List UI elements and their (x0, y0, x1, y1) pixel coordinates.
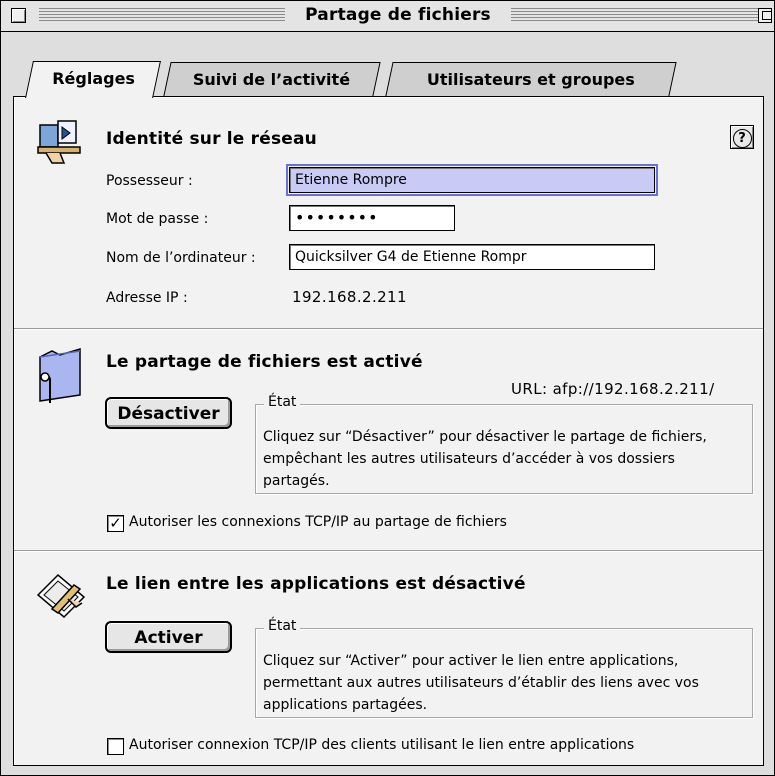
network-identity-icon (37, 120, 81, 164)
file-sharing-status-group: État Cliquez sur “Désactiver” pour désac… (255, 394, 753, 494)
computer-name-field[interactable]: Quicksilver G4 de Etienne Rompr (289, 244, 655, 270)
help-button[interactable]: ? (730, 125, 754, 149)
status-group-title: État (264, 394, 301, 410)
file-sharing-window: Partage de fichiers Réglages Suivi de l’… (0, 0, 775, 776)
start-program-linking-button[interactable]: Activer (105, 621, 232, 653)
close-box-icon[interactable] (11, 8, 26, 23)
tab-reglages[interactable]: Réglages (25, 61, 161, 98)
password-label: Mot de passe : (106, 211, 209, 227)
program-linking-icon (36, 573, 86, 619)
window-title: Partage de fichiers (305, 5, 491, 25)
tcp-file-sharing-label[interactable]: Autoriser les connexions TCP/IP au parta… (129, 514, 507, 530)
computer-name-label: Nom de l’ordinateur : (106, 250, 256, 266)
ip-address-value: 192.168.2.211 (292, 288, 407, 306)
tcp-file-sharing-checkbox[interactable]: ✓ (107, 515, 124, 532)
section-divider (14, 328, 763, 330)
tab-label: Réglages (51, 69, 135, 88)
ip-address-label: Adresse IP : (106, 290, 188, 306)
status-group-title: État (264, 618, 301, 634)
help-icon: ? (732, 129, 752, 148)
owner-label: Possesseur : (106, 173, 193, 189)
title-bar[interactable]: Partage de fichiers (1, 1, 774, 32)
file-sharing-status-text: Cliquez sur “Désactiver” pour désactiver… (263, 429, 707, 489)
file-sharing-heading: Le partage de fichiers est activé (106, 352, 423, 372)
tab-label: Utilisateurs et groupes (426, 70, 635, 89)
tcp-program-linking-label[interactable]: Autoriser connexion TCP/IP des clients u… (129, 737, 634, 753)
tcp-program-linking-checkbox[interactable] (107, 738, 124, 755)
shared-folder-icon (39, 347, 81, 403)
program-linking-status-text: Cliquez sur “Activer” pour activer le li… (263, 653, 699, 713)
tab-suivi-activite[interactable]: Suivi de l’activité (163, 62, 381, 96)
identity-heading: Identité sur le réseau (106, 129, 317, 149)
stop-file-sharing-button[interactable]: Désactiver (105, 397, 232, 429)
afp-url: URL: afp://192.168.2.211/ (511, 380, 715, 398)
password-field[interactable]: •••••••• (289, 205, 455, 231)
title-bar-stripes (511, 8, 759, 23)
program-linking-heading: Le lien entre les applications est désac… (106, 574, 526, 594)
section-divider (14, 550, 763, 552)
tab-utilisateurs-groupes[interactable]: Utilisateurs et groupes (385, 62, 677, 96)
tab-bar: Réglages Suivi de l’activité Utilisateur… (1, 32, 774, 102)
zoom-box-icon[interactable] (758, 8, 772, 23)
title-bar-stripes (39, 8, 285, 23)
settings-panel: Identité sur le réseau ? Possesseur : Et… (13, 96, 764, 766)
tab-label: Suivi de l’activité (193, 70, 351, 89)
program-linking-status-group: État Cliquez sur “Activer” pour activer … (255, 618, 753, 718)
owner-name-field[interactable]: Etienne Rompre (286, 164, 658, 196)
